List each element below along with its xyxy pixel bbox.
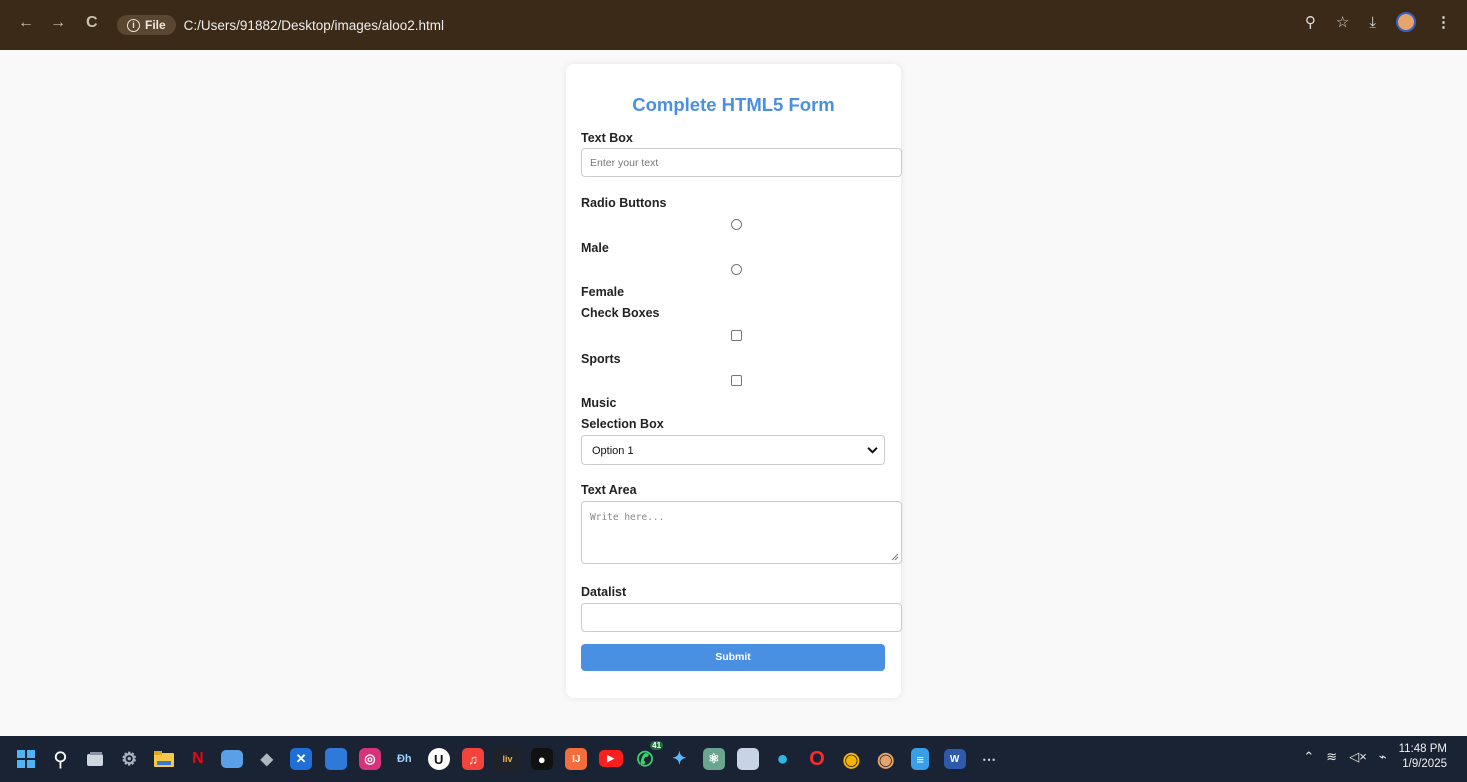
radio-male-label: Male xyxy=(581,241,609,255)
youtube-icon[interactable]: ▶ xyxy=(598,750,623,767)
file-explorer-icon[interactable] xyxy=(150,745,178,773)
radio-male[interactable] xyxy=(731,219,742,230)
chatgpt-icon[interactable]: ⚛ xyxy=(702,748,725,770)
text-box-placeholder: Enter your text xyxy=(590,157,659,169)
start-icon[interactable] xyxy=(12,745,40,773)
checkbox-sports[interactable] xyxy=(731,330,742,341)
profile-avatar[interactable] xyxy=(1396,12,1416,32)
word-icon[interactable]: W xyxy=(943,749,966,769)
info-icon: i xyxy=(127,18,140,32)
file-chip-label: File xyxy=(145,18,166,32)
battery-icon[interactable]: ⌁ xyxy=(1379,749,1387,765)
forward-icon[interactable]: → xyxy=(50,14,66,32)
text-area-placeholder: Write here... xyxy=(590,512,665,523)
selection-box-value: Option 1 xyxy=(592,445,634,457)
copilot-icon[interactable]: ✦ xyxy=(665,745,693,773)
chrome-icon[interactable]: ◉ xyxy=(837,745,865,773)
text-box-input[interactable]: Enter your text xyxy=(581,148,902,177)
notepad-icon[interactable]: ≡ xyxy=(911,748,930,770)
volume-muted-icon[interactable]: ◁× xyxy=(1349,749,1367,765)
form-card: Complete HTML5 Form Text Box Enter your … xyxy=(566,64,902,698)
download-icon[interactable]: ⤓ xyxy=(1369,14,1376,31)
taskbar-apps: ⚲ ⚙ N ◆ ✕ ◎ Đh U ♫ liv ● IJ ▶ ✆ 41 ✦ ⚛ ● … xyxy=(12,741,1009,773)
menu-kebab-icon[interactable]: ⋮ xyxy=(1436,13,1451,31)
clock-time: 11:48 PM xyxy=(1398,743,1447,755)
resize-grip-icon[interactable] xyxy=(891,553,899,561)
instagram-icon[interactable]: ◎ xyxy=(358,748,381,770)
clock-date: 1/9/2025 xyxy=(1402,758,1447,770)
radio-female[interactable] xyxy=(731,264,742,275)
vscode-icon[interactable]: ✕ xyxy=(290,748,313,770)
whatsapp-badge: 41 xyxy=(650,741,664,750)
radio-buttons-label: Radio Buttons xyxy=(581,196,667,210)
text-box-label: Text Box xyxy=(581,131,633,145)
wifi-icon[interactable]: ≋ xyxy=(1326,749,1337,765)
browser-toolbar: ← → C i File C:/Users/91882/Desktop/imag… xyxy=(0,0,1467,50)
check-boxes-label: Check Boxes xyxy=(581,306,660,320)
uber-icon[interactable]: U xyxy=(427,748,450,770)
checkbox-sports-label: Sports xyxy=(581,352,621,366)
form-title: Complete HTML5 Form xyxy=(632,94,835,115)
chrome-profile-icon[interactable]: ◉ xyxy=(872,745,900,773)
selection-box-label: Selection Box xyxy=(581,417,664,431)
calendar-icon[interactable] xyxy=(324,748,347,770)
intellij-icon[interactable]: IJ xyxy=(565,748,588,770)
system-tray: ⌃ ≋ ◁× ⌁ 11:48 PM 1/9/2025 xyxy=(1303,742,1447,772)
checkbox-music-label: Music xyxy=(581,396,617,410)
bookmark-star-icon[interactable]: ☆ xyxy=(1336,13,1349,31)
search-icon[interactable]: ⚲ xyxy=(46,745,74,773)
chevron-up-icon[interactable]: ⌃ xyxy=(1303,749,1314,765)
clock[interactable]: 11:48 PM 1/9/2025 xyxy=(1399,742,1447,772)
radio-female-label: Female xyxy=(581,285,625,299)
selection-box[interactable]: Option 1 xyxy=(581,435,885,465)
settings-icon[interactable]: ⚙ xyxy=(115,745,143,773)
capcut-icon[interactable]: ● xyxy=(530,748,553,770)
opera-icon[interactable]: O xyxy=(803,745,831,773)
checkbox-music[interactable] xyxy=(731,375,742,386)
sony-liv-icon[interactable]: liv xyxy=(493,745,522,773)
datalist-input[interactable] xyxy=(581,603,902,632)
datalist-label: Datalist xyxy=(581,585,627,599)
reload-icon[interactable]: C xyxy=(86,14,98,32)
netflix-icon[interactable]: N xyxy=(184,745,212,773)
edge-icon[interactable]: ● xyxy=(769,745,797,773)
text-area-label: Text Area xyxy=(581,483,637,497)
edge-dev-icon[interactable]: Đh xyxy=(390,745,418,773)
paint-icon[interactable] xyxy=(737,748,760,770)
url-text: C:/Users/91882/Desktop/images/aloo2.html xyxy=(183,17,445,33)
taskbar: ⚲ ⚙ N ◆ ✕ ◎ Đh U ♫ liv ● IJ ▶ ✆ 41 ✦ ⚛ ● … xyxy=(0,736,1467,782)
task-view-icon[interactable] xyxy=(81,745,109,773)
back-icon[interactable]: ← xyxy=(18,14,34,32)
chevron-down-icon xyxy=(867,447,878,454)
whatsapp-icon[interactable]: ✆ 41 xyxy=(631,741,664,773)
address-bar[interactable]: i File C:/Users/91882/Desktop/images/alo… xyxy=(117,12,444,38)
unity-icon[interactable]: ◆ xyxy=(253,745,281,773)
photos-icon[interactable] xyxy=(221,750,244,768)
submit-button[interactable]: Submit xyxy=(581,644,885,671)
more-apps-icon[interactable]: ⋯ xyxy=(975,745,1003,773)
site-info-chip[interactable]: i File xyxy=(117,15,176,35)
music-icon[interactable]: ♫ xyxy=(462,748,485,770)
zoom-icon[interactable]: ⚲ xyxy=(1305,13,1316,31)
text-area[interactable]: Write here... xyxy=(581,501,902,564)
